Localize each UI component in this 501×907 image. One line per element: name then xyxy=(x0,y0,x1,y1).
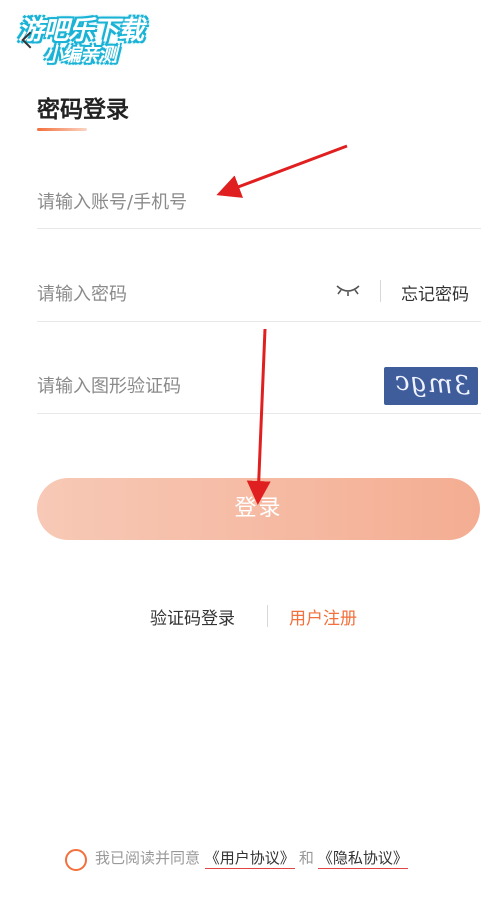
captcha-image[interactable]: 3mgc xyxy=(384,367,478,405)
agreement-checkbox[interactable] xyxy=(65,849,87,871)
account-input-divider xyxy=(37,228,481,229)
login-button[interactable]: 登录 xyxy=(37,478,480,540)
captcha-input[interactable]: 请输入图形验证码 xyxy=(37,372,181,398)
eye-closed-icon[interactable] xyxy=(335,282,361,298)
watermark-line-2: 小编亲测 xyxy=(44,44,117,66)
agreement-text: 我已阅读并同意 《用户协议》和《隐私协议》 xyxy=(95,847,408,869)
password-input[interactable]: 请输入密码 xyxy=(37,280,127,306)
links-divider xyxy=(267,605,268,627)
annotation-arrows xyxy=(216,144,348,505)
forgot-divider xyxy=(380,280,381,302)
register-link[interactable]: 用户注册 xyxy=(289,604,357,629)
chevron-left-icon xyxy=(21,31,39,49)
sms-login-link[interactable]: 验证码登录 xyxy=(150,604,235,629)
password-input-divider xyxy=(37,321,481,322)
title-underline xyxy=(37,128,87,131)
agreement-and: 和 xyxy=(298,849,314,867)
back-button[interactable] xyxy=(20,28,40,56)
account-input[interactable]: 请输入账号/手机号 xyxy=(37,188,187,214)
annotation-arrow-login xyxy=(246,328,271,505)
forgot-password-link[interactable]: 忘记密码 xyxy=(401,280,469,305)
captcha-text: 3mgc xyxy=(393,367,472,402)
user-agreement-link[interactable]: 《用户协议》 xyxy=(204,849,295,869)
captcha-input-divider xyxy=(37,413,481,414)
privacy-policy-link[interactable]: 《隐私协议》 xyxy=(317,849,408,869)
annotation-arrow-account xyxy=(216,144,348,198)
agreement-prefix: 我已阅读并同意 xyxy=(95,849,201,867)
page-title: 密码登录 xyxy=(37,97,129,123)
